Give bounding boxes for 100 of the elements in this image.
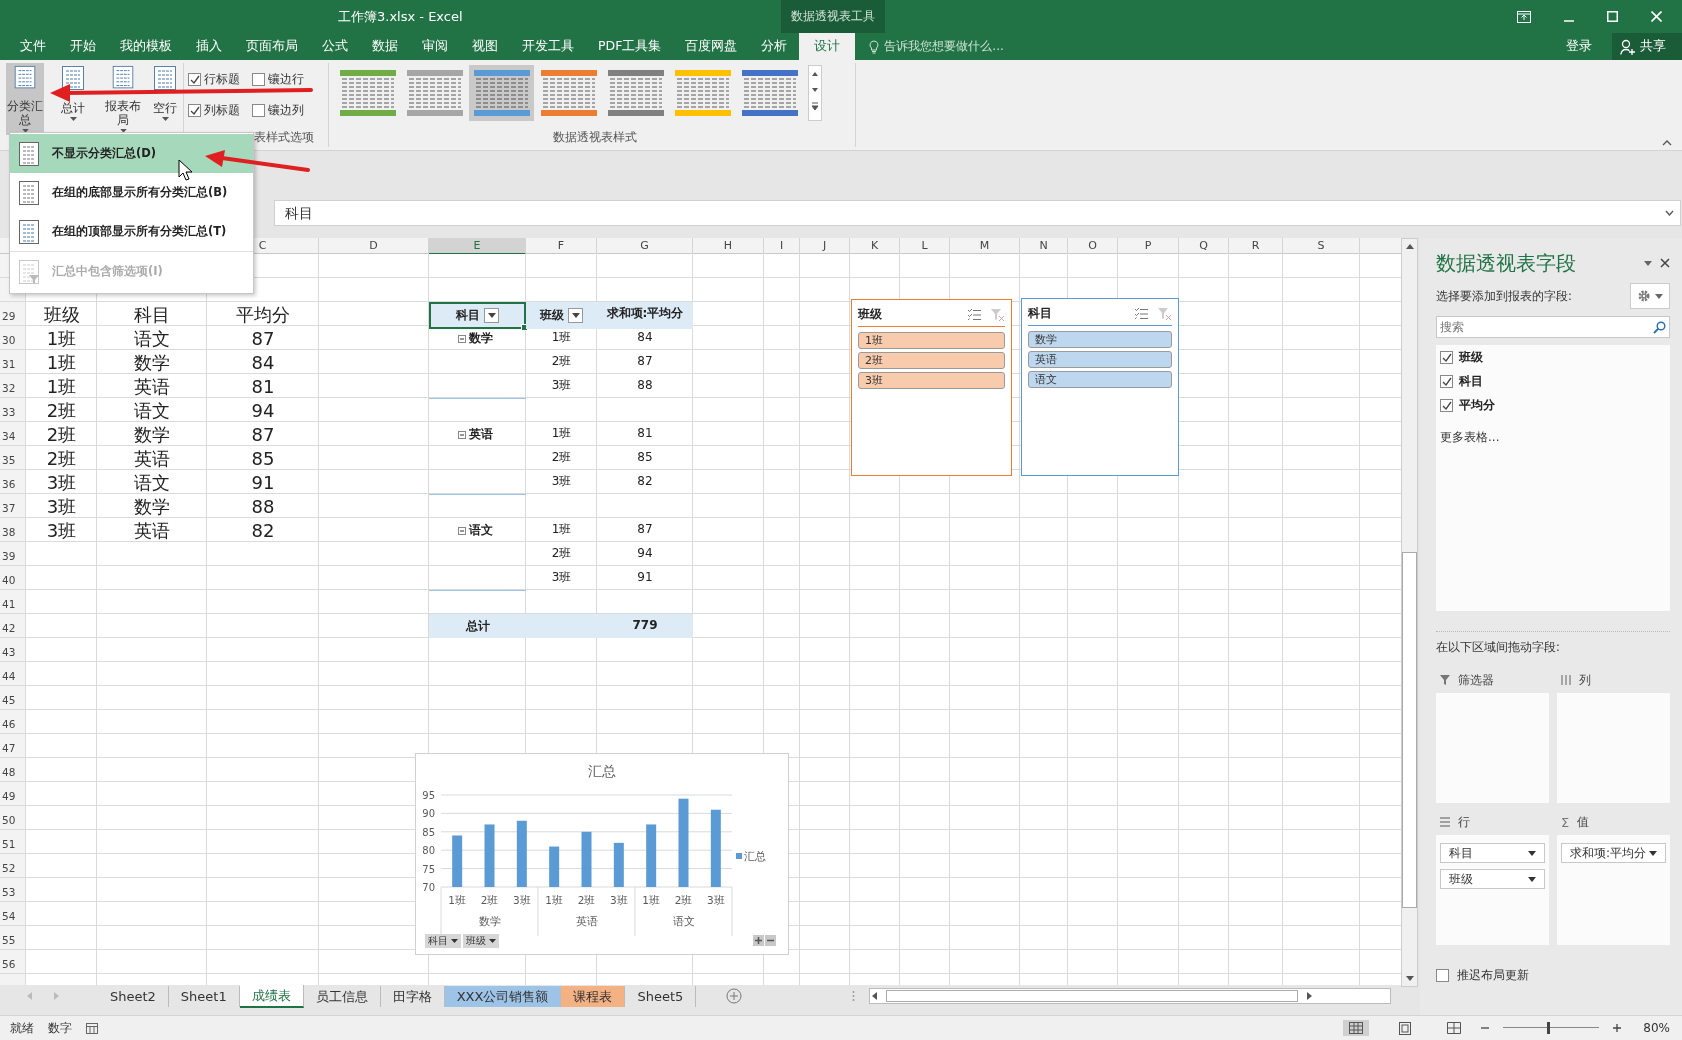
row-number[interactable]: 51 bbox=[0, 830, 26, 854]
row-number[interactable]: 41 bbox=[0, 590, 26, 614]
chart-field-button[interactable]: 班级 bbox=[463, 934, 499, 948]
checkbox[interactable]: 列标题 bbox=[188, 102, 252, 119]
sheet-tab[interactable]: Sheet2 bbox=[98, 985, 169, 1007]
ribbon-display-icon[interactable] bbox=[1517, 10, 1531, 23]
scroll-up-icon[interactable] bbox=[1404, 242, 1415, 252]
row-number[interactable]: 34 bbox=[0, 422, 26, 447]
zoom-out-icon[interactable] bbox=[1481, 1024, 1490, 1032]
ribbon-tab[interactable]: PDF工具集 bbox=[586, 33, 674, 60]
slicer-item[interactable]: 1班 bbox=[858, 332, 1005, 349]
ribbon-tab[interactable]: 插入 bbox=[184, 33, 234, 60]
tell-me-field[interactable]: 告诉我您想要做什么... bbox=[869, 33, 1004, 60]
row-number[interactable]: 44 bbox=[0, 662, 26, 686]
ribbon-tab[interactable]: 审阅 bbox=[410, 33, 460, 60]
row-number[interactable]: 50 bbox=[0, 806, 26, 830]
slicer-item[interactable]: 3班 bbox=[858, 372, 1005, 389]
slicer-item[interactable]: 数学 bbox=[1028, 331, 1172, 348]
more-tables-link[interactable]: 更多表格... bbox=[1440, 429, 1666, 446]
vertical-scrollbar[interactable] bbox=[1401, 238, 1418, 987]
row-number[interactable]: 38 bbox=[0, 518, 26, 543]
collapse-ribbon-icon[interactable] bbox=[1662, 140, 1672, 146]
formula-field[interactable]: 科目 bbox=[274, 200, 1681, 226]
horizontal-scrollbar[interactable] bbox=[869, 988, 1391, 1004]
row-number[interactable]: 55 bbox=[0, 926, 26, 950]
scrollbar-thumb[interactable] bbox=[1402, 552, 1417, 908]
add-sheet-icon[interactable] bbox=[726, 988, 743, 1004]
sheet-tab[interactable]: Sheet5 bbox=[625, 985, 697, 1007]
ribbon-tab[interactable]: 我的模板 bbox=[108, 33, 184, 60]
collapse-icon[interactable] bbox=[458, 334, 466, 343]
row-number[interactable]: 47 bbox=[0, 734, 26, 758]
maximize-icon[interactable] bbox=[1607, 11, 1618, 22]
normal-view-icon[interactable] bbox=[1343, 1020, 1370, 1036]
sheet-tab[interactable]: Sheet1 bbox=[168, 985, 240, 1007]
row-number[interactable]: 31 bbox=[0, 350, 26, 375]
collapse-icon[interactable] bbox=[458, 526, 466, 535]
field-chip[interactable]: 求和项:平均分 bbox=[1561, 843, 1666, 863]
collapse-icon[interactable] bbox=[765, 935, 776, 946]
field-checkbox[interactable]: 班级 bbox=[1440, 349, 1666, 366]
expand-icon[interactable] bbox=[753, 935, 764, 946]
table-style-swatch[interactable] bbox=[469, 65, 534, 121]
sign-in-link[interactable]: 登录 bbox=[1566, 33, 1592, 60]
row-number[interactable]: 35 bbox=[0, 446, 26, 471]
field-chip[interactable]: 科目 bbox=[1440, 843, 1545, 863]
row-number[interactable]: 54 bbox=[0, 902, 26, 926]
zoom-in-icon[interactable] bbox=[1613, 1024, 1622, 1032]
checkbox[interactable]: 行标题 bbox=[188, 71, 252, 88]
menu-item[interactable]: 不显示分类汇总(D) bbox=[10, 134, 253, 173]
drop-area[interactable]: 科目 班级 bbox=[1436, 835, 1549, 945]
macro-record-icon[interactable] bbox=[86, 1022, 98, 1034]
scrollbar-thumb[interactable] bbox=[886, 990, 1298, 1002]
expand-icon[interactable] bbox=[1665, 210, 1674, 216]
slicer-item[interactable]: 2班 bbox=[858, 352, 1005, 369]
zoom-level[interactable]: 80% bbox=[1643, 1021, 1670, 1035]
slicer-item[interactable]: 语文 bbox=[1028, 371, 1172, 388]
field-checkbox[interactable]: 平均分 bbox=[1440, 397, 1666, 414]
row-number[interactable]: 42 bbox=[0, 614, 26, 638]
ribbon-tab[interactable]: 开发工具 bbox=[510, 33, 586, 60]
sheet-tab[interactable]: 田字格 bbox=[380, 985, 445, 1007]
ribbon-button[interactable]: 分类汇总 bbox=[6, 63, 44, 135]
field-checkbox[interactable]: 科目 bbox=[1440, 373, 1666, 390]
slicer-item[interactable]: 英语 bbox=[1028, 351, 1172, 368]
row-number[interactable]: 56 bbox=[0, 950, 26, 974]
ribbon-tab[interactable]: 开始 bbox=[58, 33, 108, 60]
checkbox[interactable]: 推迟布局更新 bbox=[1436, 967, 1670, 984]
close-icon[interactable] bbox=[1660, 258, 1670, 268]
sheet-tab[interactable]: XXX公司销售额 bbox=[444, 985, 562, 1007]
row-number[interactable]: 39 bbox=[0, 542, 26, 566]
field-chip[interactable]: 班级 bbox=[1440, 869, 1545, 889]
row-number[interactable]: 45 bbox=[0, 686, 26, 710]
sheet-tab[interactable]: 课程表 bbox=[561, 985, 626, 1007]
row-number[interactable]: 48 bbox=[0, 758, 26, 782]
share-button[interactable]: 共享 bbox=[1612, 33, 1682, 60]
scroll-down-icon[interactable] bbox=[1404, 973, 1415, 983]
drop-area[interactable]: 求和项:平均分 bbox=[1557, 835, 1670, 945]
ribbon-tab[interactable]: 数据 bbox=[360, 33, 410, 60]
row-number[interactable]: 36 bbox=[0, 470, 26, 495]
row-number[interactable]: 29 bbox=[0, 302, 26, 329]
filter-dropdown-button[interactable] bbox=[568, 308, 583, 323]
chart-field-button[interactable]: 科目 bbox=[425, 934, 461, 948]
filter-dropdown-button[interactable] bbox=[484, 308, 499, 323]
menu-item[interactable]: 在组的底部显示所有分类汇总(B) bbox=[10, 173, 253, 212]
ribbon-tab[interactable]: 公式 bbox=[310, 33, 360, 60]
row-number[interactable]: 43 bbox=[0, 638, 26, 662]
multi-select-icon[interactable] bbox=[1134, 307, 1149, 320]
row-number[interactable]: 52 bbox=[0, 854, 26, 878]
scroll-left-icon[interactable] bbox=[870, 991, 880, 1001]
ribbon-tab[interactable]: 设计 bbox=[799, 33, 856, 60]
row-number[interactable]: 49 bbox=[0, 782, 26, 806]
row-number[interactable]: 46 bbox=[0, 710, 26, 734]
checkbox[interactable]: 镶边行 bbox=[252, 71, 314, 88]
row-number[interactable]: 37 bbox=[0, 494, 26, 519]
settings-button[interactable] bbox=[1630, 283, 1670, 309]
row-number[interactable]: 30 bbox=[0, 326, 26, 351]
zoom-slider-thumb[interactable] bbox=[1546, 1022, 1550, 1034]
search-field[interactable]: 搜索 bbox=[1436, 316, 1670, 338]
checkbox[interactable]: 镶边列 bbox=[252, 102, 314, 119]
ribbon-tab[interactable]: 页面布局 bbox=[234, 33, 310, 60]
row-number[interactable]: 40 bbox=[0, 566, 26, 590]
ribbon-tab[interactable]: 百度网盘 bbox=[673, 33, 750, 60]
